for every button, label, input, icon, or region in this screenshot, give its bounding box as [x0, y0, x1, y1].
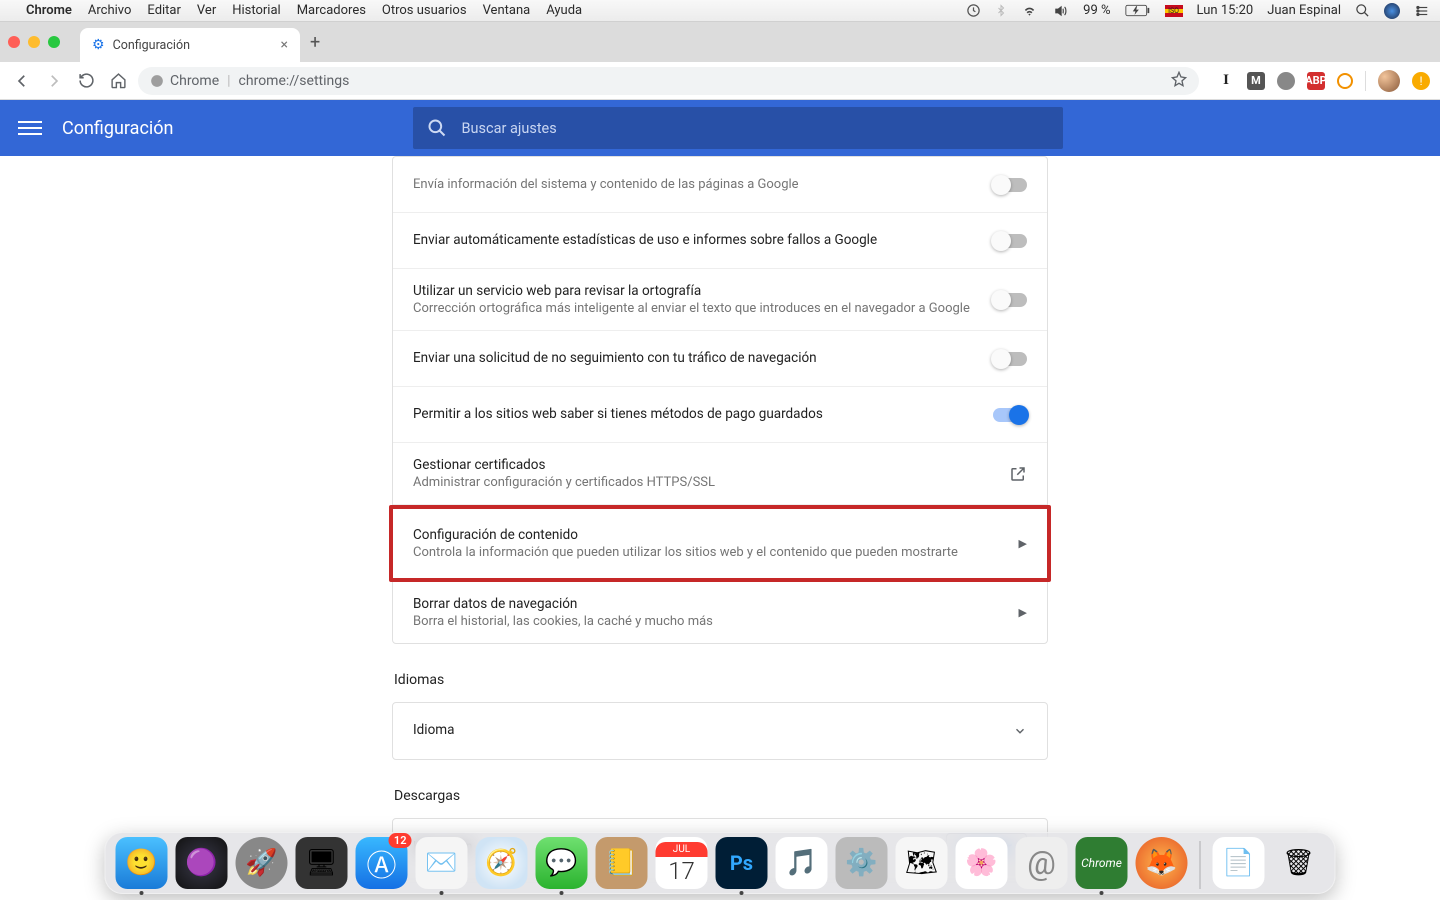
omnibox-origin: Chrome — [170, 73, 219, 89]
settings-header: Configuración — [0, 100, 1440, 156]
dock-messages[interactable]: 💬 — [536, 837, 588, 889]
input-flag-icon[interactable]: ISO — [1165, 5, 1183, 17]
back-button[interactable] — [10, 69, 34, 93]
tab-title: Configuración — [113, 38, 190, 53]
close-window-button[interactable] — [8, 36, 20, 48]
row-manage-certificates[interactable]: Gestionar certificadosAdministrar config… — [393, 443, 1047, 505]
row-do-not-track[interactable]: Enviar una solicitud de no seguimiento c… — [393, 331, 1047, 387]
tab-favicon-gear-icon: ⚙ — [92, 37, 105, 53]
dock-calendar[interactable]: JUL17 — [656, 837, 708, 889]
dock-siri[interactable]: 🟣 — [176, 837, 228, 889]
menu-historial[interactable]: Historial — [232, 3, 280, 18]
dock-mail[interactable]: ✉️ — [416, 837, 468, 889]
settings-search[interactable] — [413, 107, 1063, 149]
new-tab-button[interactable]: + — [310, 32, 320, 53]
chevron-right-icon: ▶ — [1019, 537, 1027, 550]
dock-downloads[interactable]: 📄 — [1213, 837, 1265, 889]
dock-system-preferences[interactable]: ⚙️ — [836, 837, 888, 889]
settings-menu-button[interactable] — [18, 117, 42, 139]
menu-ventana[interactable]: Ventana — [483, 3, 531, 18]
dock-photoshop[interactable]: Ps — [716, 837, 768, 889]
privacy-card: Envía información del sistema y contenid… — [392, 156, 1048, 644]
chrome-toolbar: Chrome | chrome://settings I M ABP ! — [0, 62, 1440, 100]
home-button[interactable] — [106, 69, 130, 93]
zoom-window-button[interactable] — [48, 36, 60, 48]
dock-appstore[interactable]: Ⓐ12 — [356, 837, 408, 889]
section-downloads: Descargas — [394, 788, 1048, 804]
row-language[interactable]: Idioma — [393, 703, 1047, 759]
window-controls — [8, 36, 60, 48]
dock-launchpad[interactable]: 🚀 — [236, 837, 288, 889]
macos-menubar: Chrome Archivo Editar Ver Historial Marc… — [0, 0, 1440, 22]
menu-ver[interactable]: Ver — [197, 3, 216, 18]
bluetooth-icon[interactable] — [995, 3, 1007, 18]
menubar-user[interactable]: Juan Espinal — [1267, 3, 1341, 18]
spotlight-icon[interactable] — [1355, 3, 1370, 18]
menu-otros-usuarios[interactable]: Otros usuarios — [382, 3, 467, 18]
siri-icon[interactable] — [1384, 3, 1400, 19]
bookmark-star-icon[interactable] — [1171, 71, 1187, 91]
highlight-content-settings: Configuración de contenidoControla la in… — [389, 505, 1051, 582]
notification-center-icon[interactable] — [1414, 4, 1430, 18]
dock-finder[interactable]: 🙂 — [116, 837, 168, 889]
chevron-down-icon — [1013, 724, 1027, 738]
dock-itunes[interactable]: 🎵 — [776, 837, 828, 889]
chevron-right-icon: ▶ — [1019, 606, 1027, 619]
menubar-app[interactable]: Chrome — [26, 3, 72, 18]
extension-adblock-icon[interactable]: ABP — [1307, 72, 1325, 90]
chrome-alert-icon[interactable]: ! — [1412, 72, 1430, 90]
row-content-settings[interactable]: Configuración de contenidoControla la in… — [393, 509, 1047, 578]
omnibox-url: chrome://settings — [239, 73, 350, 89]
profile-avatar[interactable] — [1378, 70, 1400, 92]
extension-gmail-icon[interactable]: M — [1247, 72, 1265, 90]
wifi-icon[interactable] — [1021, 4, 1038, 18]
menu-ayuda[interactable]: Ayuda — [546, 3, 582, 18]
menu-editar[interactable]: Editar — [147, 3, 181, 18]
battery-icon[interactable] — [1125, 4, 1151, 17]
dock-chrome[interactable]: Chrome — [1076, 837, 1128, 889]
tab-close-icon[interactable]: × — [281, 37, 288, 53]
forward-button — [42, 69, 66, 93]
settings-content: Envía información del sistema y contenid… — [0, 156, 1440, 900]
dock-maps[interactable]: 🗺 — [896, 837, 948, 889]
menu-archivo[interactable]: Archivo — [88, 3, 132, 18]
extension-pocket-icon[interactable] — [1337, 73, 1353, 89]
search-icon — [427, 118, 447, 138]
dock-safari[interactable]: 🧭 — [476, 837, 528, 889]
row-payment-methods[interactable]: Permitir a los sitios web saber si tiene… — [393, 387, 1047, 443]
reload-button[interactable] — [74, 69, 98, 93]
extension-grammarly-icon[interactable] — [1277, 72, 1295, 90]
settings-search-input[interactable] — [461, 120, 1049, 137]
row-safe-browsing[interactable]: Envía información del sistema y contenid… — [393, 157, 1047, 213]
extension-instapaper-icon[interactable]: I — [1217, 72, 1235, 90]
timemachine-icon[interactable] — [966, 3, 981, 18]
toggle-usage-stats[interactable] — [993, 234, 1027, 248]
toggle-payment-methods[interactable] — [993, 408, 1027, 422]
toggle-do-not-track[interactable] — [993, 352, 1027, 366]
dock-mission-control[interactable]: 🖥 — [296, 837, 348, 889]
browser-tab[interactable]: ⚙ Configuración × — [80, 28, 300, 62]
row-usage-stats[interactable]: Enviar automáticamente estadísticas de u… — [393, 213, 1047, 269]
minimize-window-button[interactable] — [28, 36, 40, 48]
toggle-safe-browsing[interactable] — [993, 178, 1027, 192]
dock-trash[interactable]: 🗑 — [1273, 837, 1325, 889]
battery-percent[interactable]: 99 % — [1083, 3, 1110, 18]
dock: 🙂 🟣 🚀 🖥 Ⓐ12 ✉️ 🧭 💬 📒 JUL17 Ps 🎵 ⚙️ 🗺 🌸 @… — [105, 832, 1336, 894]
dock-mail-app[interactable]: @ — [1016, 837, 1068, 889]
dock-firefox[interactable]: 🦊 — [1136, 837, 1188, 889]
chrome-tabstrip: ⚙ Configuración × + — [0, 22, 1440, 62]
dock-contacts[interactable]: 📒 — [596, 837, 648, 889]
toggle-spellcheck[interactable] — [993, 293, 1027, 307]
settings-title: Configuración — [62, 118, 173, 139]
volume-icon[interactable] — [1052, 4, 1069, 18]
open-external-icon — [1009, 465, 1027, 483]
row-clear-browsing-data[interactable]: Borrar datos de navegaciónBorra el histo… — [393, 582, 1047, 643]
address-bar[interactable]: Chrome | chrome://settings — [138, 67, 1199, 95]
row-spellcheck[interactable]: Utilizar un servicio web para revisar la… — [393, 269, 1047, 331]
languages-card: Idioma — [392, 702, 1048, 760]
menubar-clock[interactable]: Lun 15:20 — [1197, 3, 1254, 18]
section-languages: Idiomas — [394, 672, 1048, 688]
dock-photos[interactable]: 🌸 — [956, 837, 1008, 889]
menu-marcadores[interactable]: Marcadores — [297, 3, 366, 18]
